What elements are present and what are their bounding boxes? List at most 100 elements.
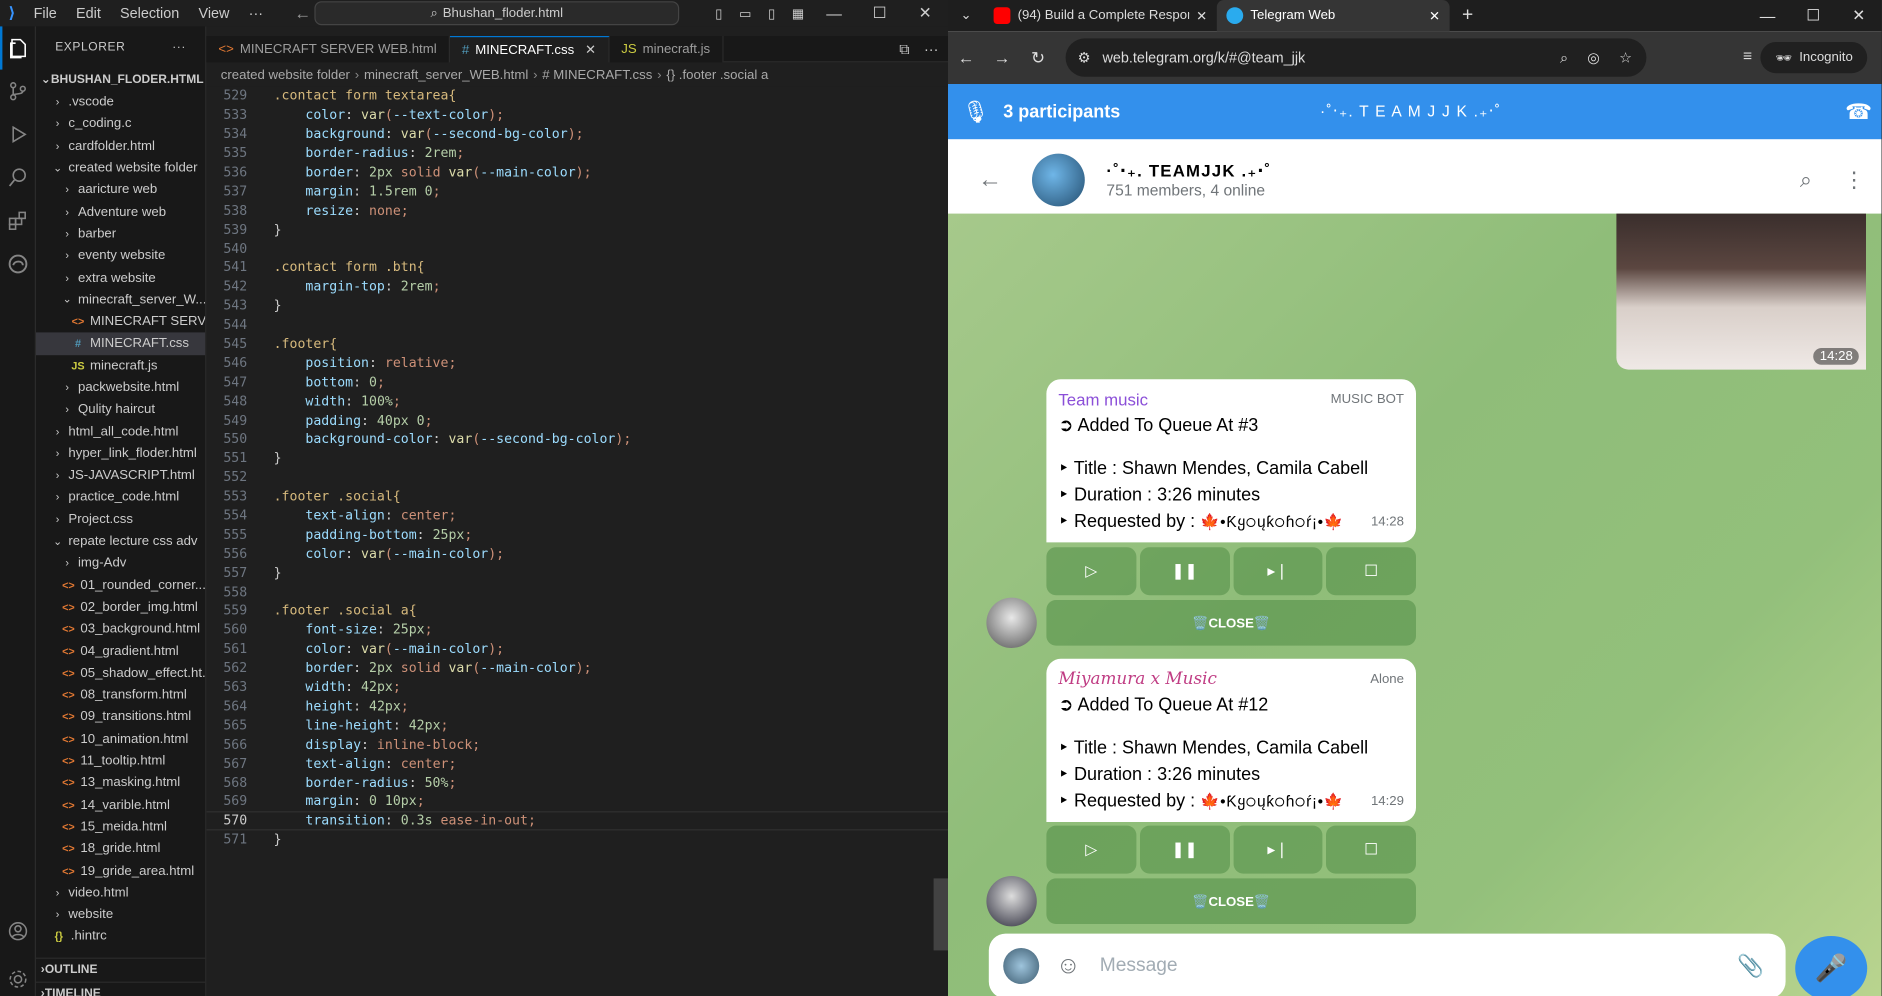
breadcrumb-item[interactable]: # MINECRAFT.css <box>542 68 652 82</box>
tree-item[interactable]: <> 04_gradient.html <box>36 640 205 662</box>
code-line[interactable]: 541 .contact form .btn{ <box>206 258 948 277</box>
sender-avatar[interactable] <box>986 597 1037 648</box>
breadcrumb-item[interactable]: {} .footer .social a <box>666 68 768 82</box>
tree-item[interactable]: ⌄ minecraft_server_W... <box>36 289 206 311</box>
code-line[interactable]: 550 background-color: var(--second-bg-co… <box>206 430 948 449</box>
toggle-secondary-sidebar-icon[interactable]: ▯ <box>758 5 784 21</box>
tree-item[interactable]: › Project.css <box>36 508 205 530</box>
tree-item[interactable]: › hyper_link_floder.html <box>36 443 205 465</box>
minimize-icon[interactable]: — <box>1745 7 1791 25</box>
code-line[interactable]: 566 display: inline-block; <box>206 735 948 754</box>
menu-file[interactable]: File <box>24 5 66 22</box>
code-editor[interactable]: 529 .contact form textarea{533 color: var… <box>206 86 949 996</box>
maximize-icon[interactable]: ☐ <box>1790 6 1836 25</box>
tree-item[interactable]: <> 09_transitions.html <box>36 706 205 728</box>
code-line[interactable]: 571} <box>206 830 948 849</box>
source-control-icon[interactable] <box>0 70 35 113</box>
search-icon[interactable]: ⌕ <box>1800 167 1812 192</box>
edge-devtools-icon[interactable] <box>0 242 35 285</box>
forward-arrow-icon[interactable]: → <box>984 48 1020 67</box>
tree-item[interactable]: › c_coding.c <box>36 113 205 135</box>
extensions-icon[interactable] <box>0 199 35 242</box>
tree-item[interactable]: › packwebsite.html <box>36 377 205 399</box>
site-info-icon[interactable]: ⚙ <box>1078 49 1091 66</box>
tracking-protection-icon[interactable]: ◎ <box>1587 49 1600 67</box>
close-tab-icon[interactable]: ✕ <box>585 42 596 57</box>
tree-item[interactable]: › aaricture web <box>36 179 205 201</box>
code-line[interactable]: 559 .footer .social a{ <box>206 601 948 620</box>
tab-minecraft-css[interactable]: # MINECRAFT.css ✕ <box>449 36 610 63</box>
tree-item[interactable]: JS minecraft.js <box>36 355 205 377</box>
close-tab-icon[interactable]: ✕ <box>1429 8 1440 23</box>
breadcrumb-item[interactable]: created website folder <box>221 68 350 82</box>
tree-item[interactable]: {} .hintrc <box>36 926 205 948</box>
emoji-icon[interactable]: ☺ <box>1056 952 1081 980</box>
back-arrow-icon[interactable]: ← <box>948 48 984 67</box>
tree-item[interactable]: › Adventure web <box>36 201 205 223</box>
browser-tab-telegram[interactable]: Telegram Web ✕ <box>1216 0 1450 32</box>
code-line[interactable]: 551} <box>206 449 948 468</box>
tree-item[interactable]: <> 10_animation.html <box>36 728 205 750</box>
tree-item[interactable]: <> 05_shadow_effect.ht... <box>36 662 205 684</box>
split-editor-icon[interactable]: ⧉ <box>899 40 909 58</box>
tree-item[interactable]: › Qulity haircut <box>36 399 205 421</box>
code-line[interactable]: 568 border-radius: 50%; <box>206 773 948 792</box>
minimize-icon[interactable]: — <box>811 4 857 22</box>
close-icon[interactable]: ✕ <box>902 4 948 23</box>
more-actions-icon[interactable]: ··· <box>924 41 938 58</box>
code-line[interactable]: 569 margin: 0 10px; <box>206 792 948 811</box>
tab-minecraft-server-html[interactable]: <> MINECRAFT SERVER WEB.html <box>206 36 450 63</box>
code-line[interactable]: 557} <box>206 563 948 582</box>
menu-selection[interactable]: Selection <box>110 5 188 22</box>
tree-item[interactable]: › img-Adv <box>36 552 205 574</box>
tab-search-icon[interactable]: ⌄ <box>948 0 984 31</box>
close-icon[interactable]: ✕ <box>1836 6 1882 25</box>
tree-item[interactable]: <> 03_background.html <box>36 618 205 640</box>
stop-icon[interactable]: ☐ <box>1326 547 1416 596</box>
run-debug-icon[interactable] <box>0 113 35 156</box>
tree-item[interactable]: › eventy website <box>36 245 205 267</box>
tree-item[interactable]: › practice_code.html <box>36 486 205 508</box>
more-actions-icon[interactable]: ··· <box>172 40 186 53</box>
tree-item[interactable]: <> 01_rounded_corner.... <box>36 574 205 596</box>
browser-tab-youtube[interactable]: (94) Build a Complete Responsi ✕ <box>984 0 1217 31</box>
address-bar[interactable]: ⚙ web.telegram.org/k/#@team_jjk ⌕ ◎ ☆ <box>1065 38 1647 77</box>
more-vertical-icon[interactable]: ⋮ <box>1843 167 1865 192</box>
close-button[interactable]: 🗑️CLOSE🗑️ <box>1046 600 1416 646</box>
tree-item[interactable]: <> 18_gride.html <box>36 838 205 860</box>
explorer-icon[interactable] <box>0 26 35 70</box>
tree-item[interactable]: › video.html <box>36 882 205 904</box>
group-call-bar[interactable]: 🎙 3 participants ·˚‧₊. T E A M J J K .₊‧… <box>948 84 1882 140</box>
code-line[interactable]: 533 color: var(--text-color); <box>206 105 948 124</box>
code-line[interactable]: 552 <box>206 468 948 487</box>
code-line[interactable]: 542 margin-top: 2rem; <box>206 277 948 296</box>
menu-edit[interactable]: Edit <box>66 5 110 22</box>
toggle-panel-icon[interactable]: ▭ <box>732 5 758 21</box>
bookmark-star-icon[interactable]: ☆ <box>1619 49 1632 67</box>
command-center[interactable]: ⌕ Bhushan_floder.html <box>314 1 680 26</box>
code-line[interactable]: 539} <box>206 220 948 239</box>
new-tab-icon[interactable]: + <box>1450 0 1486 31</box>
tree-item[interactable]: › html_all_code.html <box>36 421 205 443</box>
sender-avatar[interactable] <box>986 876 1037 927</box>
reading-list-icon[interactable]: ≡ <box>1743 47 1752 65</box>
maximize-icon[interactable]: ☐ <box>857 4 903 23</box>
code-line[interactable]: 549 padding: 40px 0; <box>206 411 948 430</box>
hang-up-icon[interactable]: ☎ <box>1845 99 1872 124</box>
settings-gear-icon[interactable] <box>0 958 36 996</box>
play-icon[interactable]: ▷ <box>1046 825 1137 874</box>
tree-item[interactable]: › JS-JAVASCRIPT.html <box>36 464 205 486</box>
code-line[interactable]: 560 font-size: 25px; <box>206 620 948 639</box>
close-button[interactable]: 🗑️CLOSE🗑️ <box>1046 878 1416 925</box>
outline-section[interactable]: › OUTLINE <box>36 957 206 982</box>
code-line[interactable]: 534 background: var(--second-bg-color); <box>206 125 948 144</box>
send-as-avatar[interactable] <box>1003 948 1040 985</box>
code-line[interactable]: 529 .contact form textarea{ <box>206 86 948 105</box>
muted-mic-icon[interactable]: 🎙 <box>948 99 1003 124</box>
code-line[interactable]: 558 <box>206 582 948 601</box>
play-icon[interactable]: ▷ <box>1046 547 1137 596</box>
tree-item[interactable]: # MINECRAFT.css <box>36 332 206 355</box>
close-tab-icon[interactable]: ✕ <box>1196 8 1207 23</box>
code-line[interactable]: 548 width: 100%; <box>206 392 948 411</box>
stop-icon[interactable]: ☐ <box>1326 825 1416 874</box>
